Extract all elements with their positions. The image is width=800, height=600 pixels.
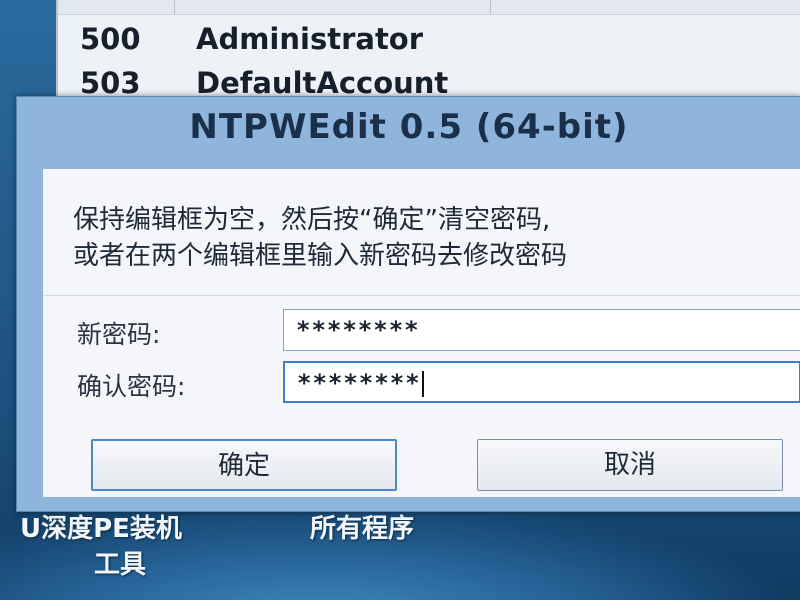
confirm-password-field[interactable]: ******** [283,361,800,403]
new-password-field[interactable]: ******** [283,309,800,351]
user-name: DefaultAccount [196,66,449,100]
confirm-password-label: 确认密码: [77,372,186,401]
dialog-body: 保持编辑框为空，然后按“确定”清空密码, 或者在两个编辑框里输入新密码去修改密码… [43,169,800,497]
desktop-icon-label-upe[interactable]: U深度PE装机 [20,508,182,545]
confirm-password-value: ******** [297,369,421,397]
ok-button[interactable]: 确定 [91,439,397,491]
user-list-header [58,0,800,15]
column-separator[interactable] [174,0,175,14]
user-list-window: 500 Administrator 503 DefaultAccount [56,0,800,110]
desktop-icon-label-upe-line2[interactable]: 工具 [94,544,146,581]
change-password-dialog: NTPWEdit 0.5 (64-bit) 保持编辑框为空，然后按“确定”清空密… [16,96,800,512]
user-name: Administrator [196,22,424,56]
desktop-icon-label-all-programs[interactable]: 所有程序 [310,508,414,545]
new-password-label: 新密码: [77,320,161,349]
instruction-line-2: 或者在两个编辑框里输入新密码去修改密码 [73,241,568,271]
column-separator[interactable] [490,0,491,14]
divider [43,295,800,296]
user-rid: 503 [80,66,141,100]
instruction-line-1: 保持编辑框为空，然后按“确定”清空密码, [73,205,551,235]
user-row-administrator[interactable]: 500 Administrator [58,18,800,62]
dialog-title[interactable]: NTPWEdit 0.5 (64-bit) [17,107,800,147]
text-caret [421,371,424,397]
new-password-value: ******** [296,316,420,344]
cancel-button[interactable]: 取消 [477,439,783,491]
user-rid: 500 [80,22,141,56]
